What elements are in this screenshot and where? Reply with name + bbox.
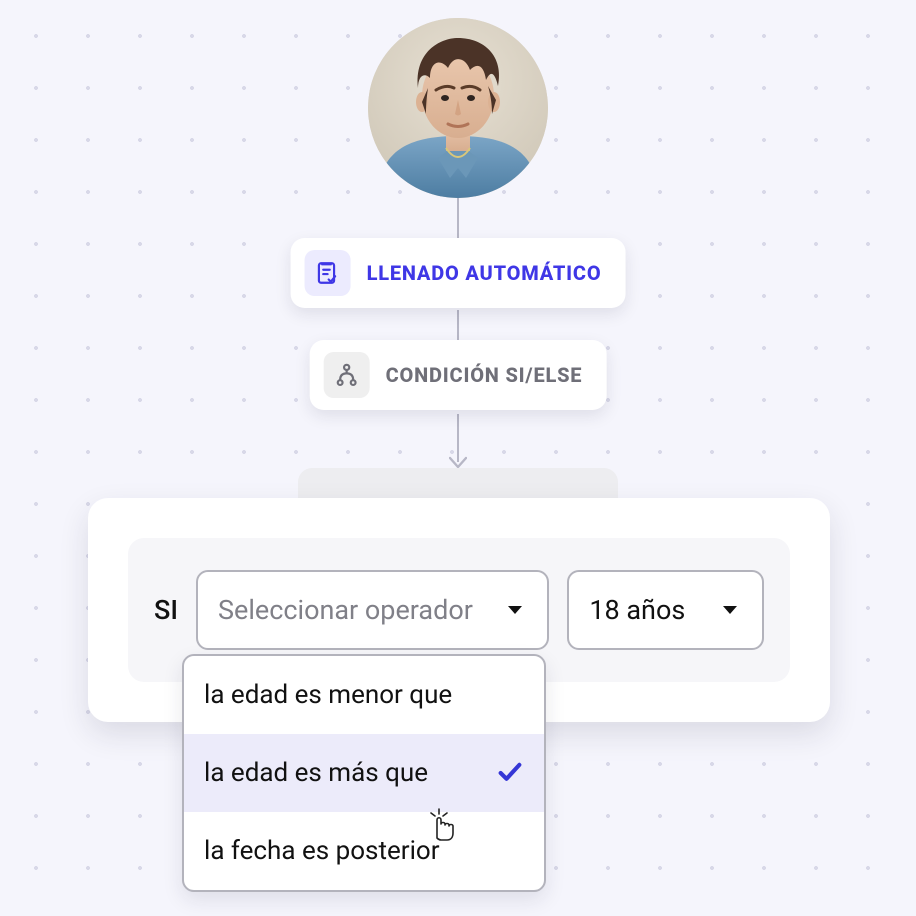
flow-node-label: CONDICIÓN SI/ELSE <box>386 363 583 387</box>
dropdown-option[interactable]: la edad es menor que <box>184 656 544 734</box>
flow-connector <box>457 310 459 342</box>
chevron-down-icon <box>503 598 527 622</box>
operator-dropdown: la edad es menor que la edad es más que … <box>182 654 546 892</box>
dropdown-option[interactable]: la edad es más que <box>184 734 544 812</box>
value-select[interactable]: 18 años <box>567 570 764 650</box>
select-placeholder: Seleccionar operador <box>218 594 473 626</box>
chevron-down-icon <box>718 598 742 622</box>
flow-connector <box>457 414 459 462</box>
flow-node-condition[interactable]: CONDICIÓN SI/ELSE <box>310 340 607 410</box>
form-check-icon <box>305 250 351 296</box>
option-label: la edad es más que <box>204 758 428 788</box>
option-label: la fecha es posterior <box>204 836 440 866</box>
pointer-cursor-icon <box>427 806 461 842</box>
check-icon <box>496 759 524 787</box>
branch-icon <box>324 352 370 398</box>
flow-connector <box>457 198 459 240</box>
option-label: la edad es menor que <box>204 680 452 710</box>
flow-node-label: LLENADO AUTOMÁTICO <box>367 261 602 285</box>
avatar <box>368 18 548 198</box>
select-value: 18 años <box>589 594 685 626</box>
if-label: SI <box>154 594 178 626</box>
operator-select[interactable]: Seleccionar operador <box>196 570 549 650</box>
dropdown-option[interactable]: la fecha es posterior <box>184 812 544 890</box>
flow-node-autofill[interactable]: LLENADO AUTOMÁTICO <box>291 238 626 308</box>
